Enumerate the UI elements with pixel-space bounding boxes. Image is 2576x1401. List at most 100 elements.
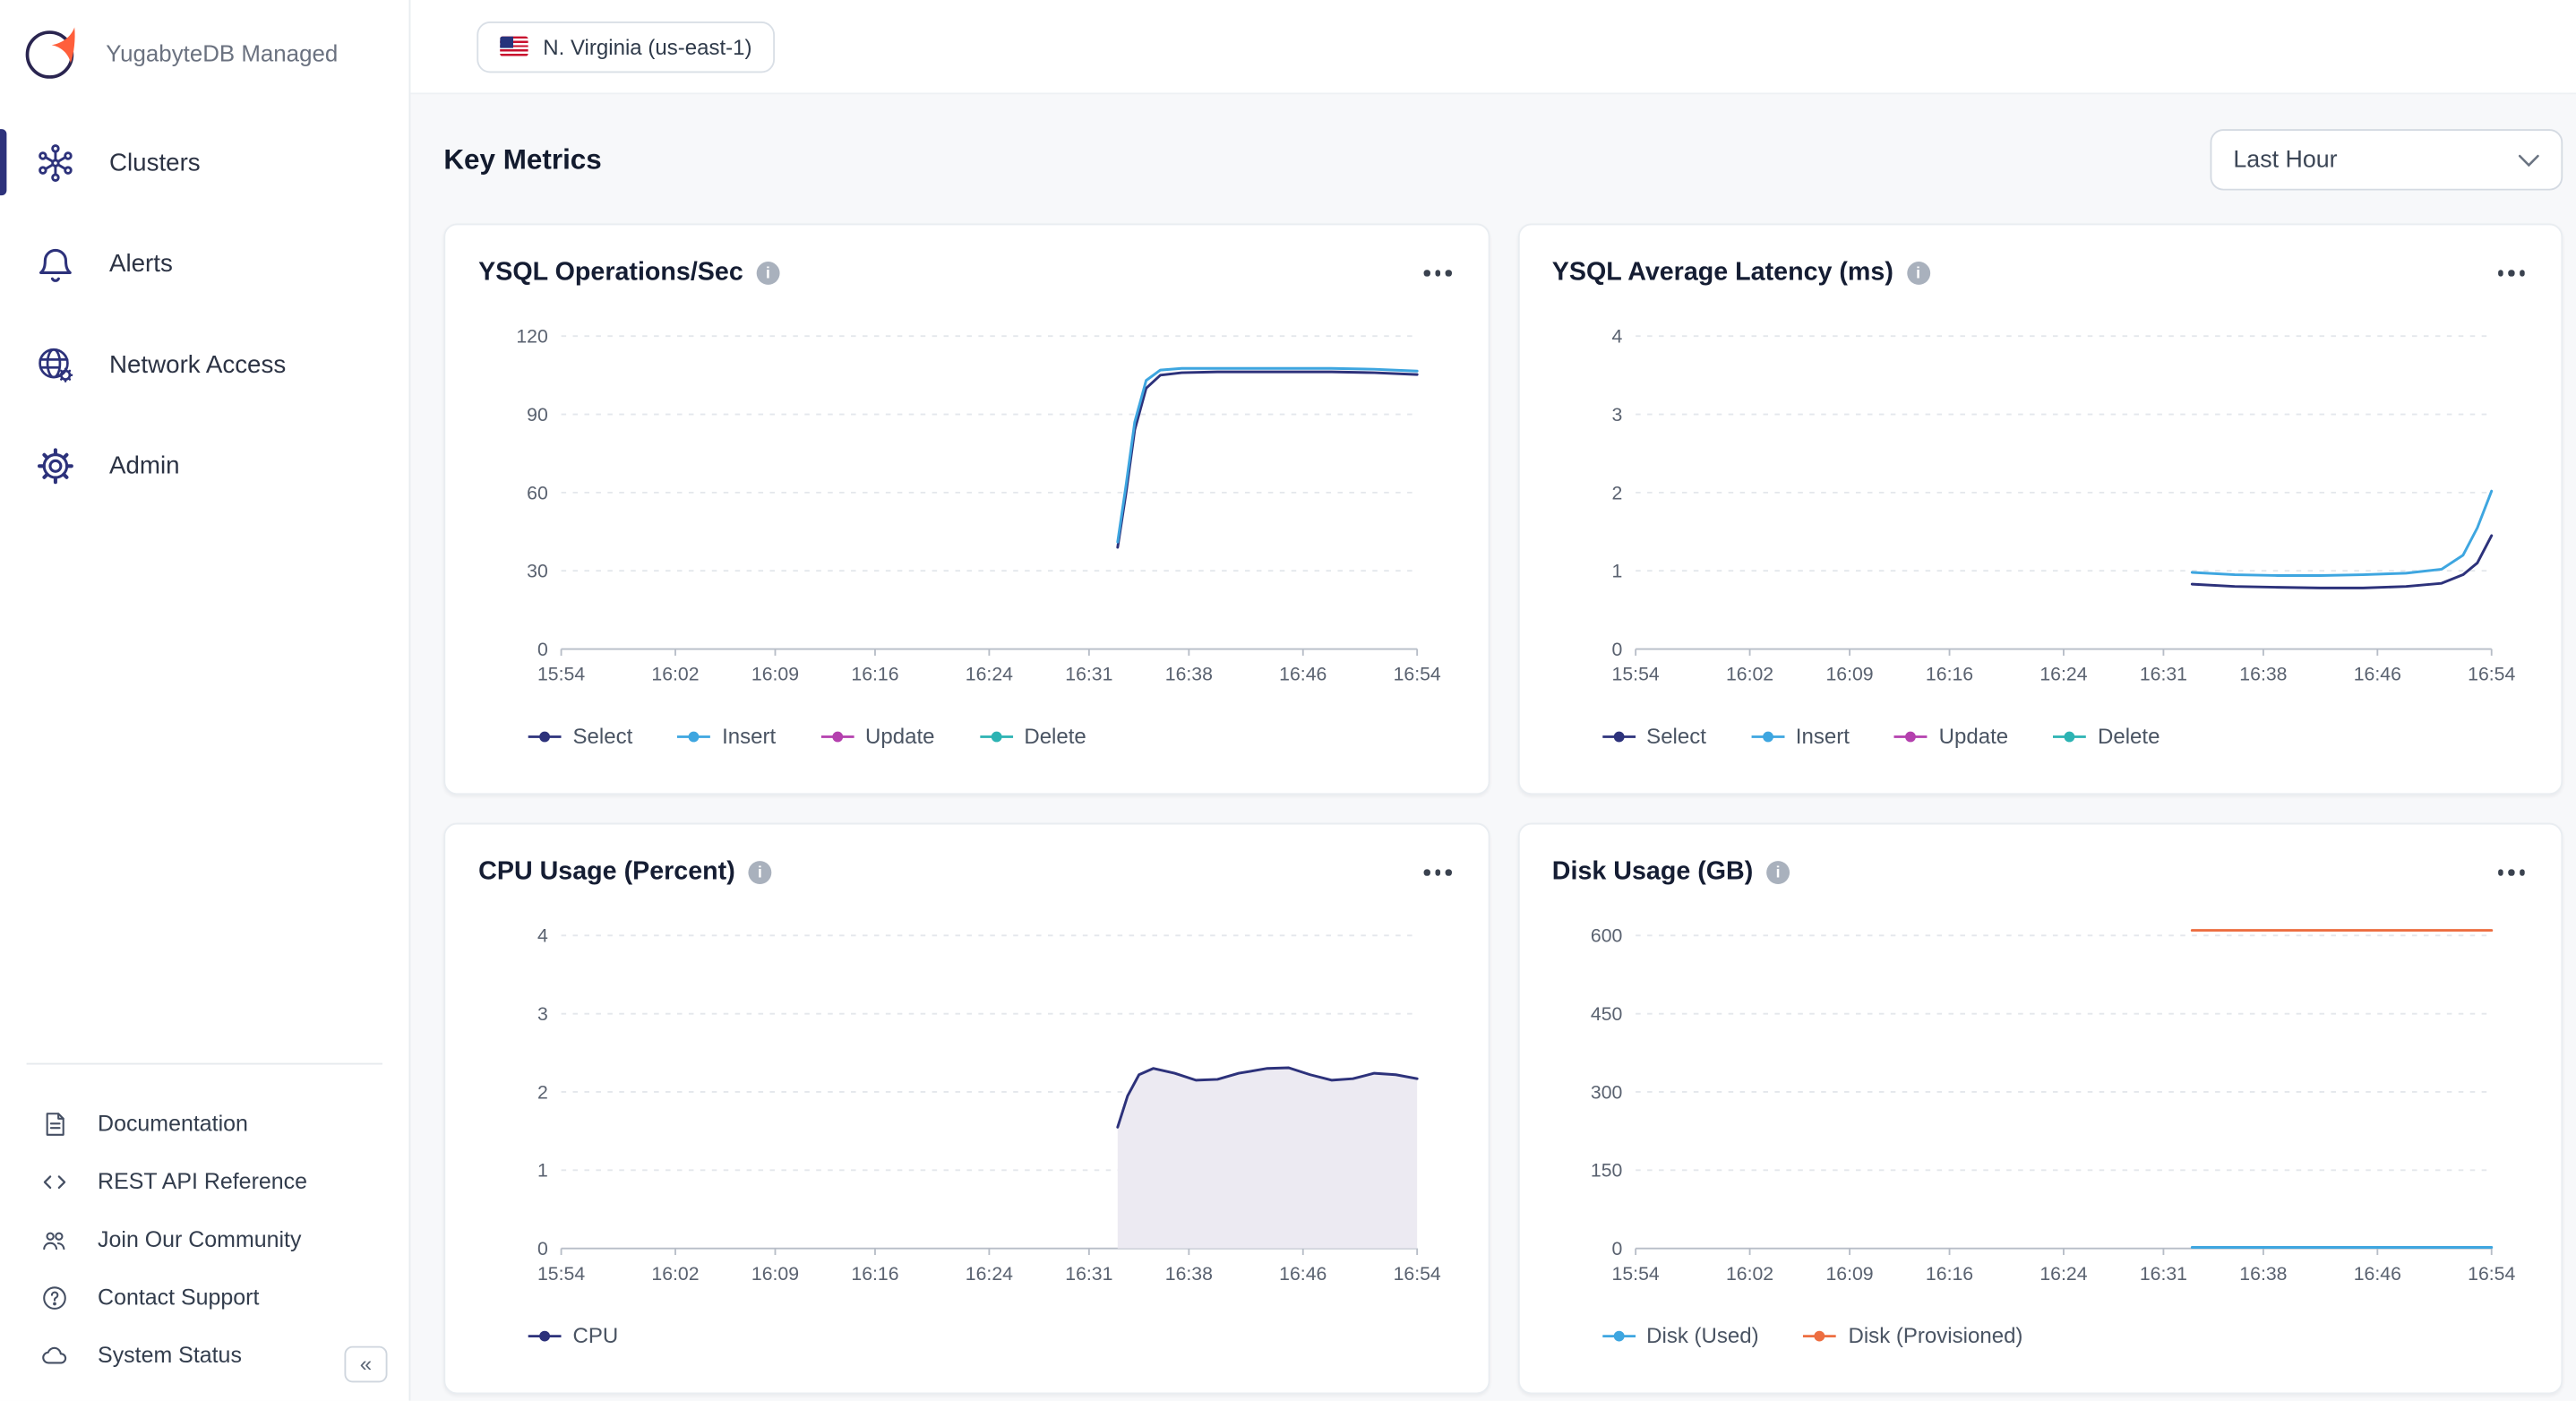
time-range-select[interactable]: Last Hour: [2211, 129, 2563, 190]
legend-marker-icon: [677, 729, 710, 743]
legend-item-delete[interactable]: Delete: [2053, 724, 2160, 749]
legend-label: Select: [1646, 724, 1706, 749]
api-icon: [39, 1166, 69, 1196]
legend-label: Select: [573, 724, 633, 749]
card-menu-button[interactable]: [2494, 856, 2529, 889]
topbar: N. Virginia (us-east-1): [410, 0, 2576, 94]
svg-text:0: 0: [537, 639, 548, 660]
legend-marker-icon: [1601, 729, 1635, 743]
legend-label: Delete: [2098, 724, 2160, 749]
chart-title: YSQL Average Latency (ms): [1552, 258, 1893, 288]
chevron-down-icon: [2518, 153, 2539, 167]
legend-marker-icon: [1751, 729, 1784, 743]
legend-item-disk-used[interactable]: Disk (Used): [1601, 1323, 1758, 1348]
legend-marker-icon: [979, 729, 1012, 743]
region-selector[interactable]: N. Virginia (us-east-1): [477, 21, 775, 72]
svg-text:15:54: 15:54: [1611, 664, 1659, 685]
svg-text:0: 0: [537, 1238, 548, 1259]
svg-text:0: 0: [1611, 1238, 1622, 1259]
legend-item-disk-provisioned[interactable]: Disk (Provisioned): [1804, 1323, 2023, 1348]
sidebar-collapse-button[interactable]: «: [344, 1346, 387, 1383]
legend-label: Update: [1939, 724, 2008, 749]
legend-marker-icon: [1894, 729, 1928, 743]
svg-text:15:54: 15:54: [1611, 1263, 1659, 1285]
yugabytedb-logo-icon: [20, 20, 86, 86]
sidebar-footer-item-contact-support[interactable]: Contact Support: [0, 1268, 409, 1327]
sidebar-item-network-access[interactable]: Network Access: [0, 318, 409, 411]
svg-text:3: 3: [1611, 404, 1622, 425]
svg-text:120: 120: [516, 326, 547, 348]
svg-text:300: 300: [1590, 1081, 1621, 1103]
legend-marker-icon: [1804, 1328, 1837, 1342]
card-menu-button[interactable]: [2494, 257, 2529, 289]
svg-text:16:09: 16:09: [1825, 664, 1873, 685]
legend-item-update[interactable]: Update: [1894, 724, 2008, 749]
sidebar-item-label: Admin: [109, 451, 180, 479]
svg-text:16:31: 16:31: [2139, 1263, 2186, 1285]
svg-text:16:31: 16:31: [2139, 664, 2186, 685]
chart-area: 0123415:5416:0216:0916:1616:2416:3116:38…: [1552, 306, 2529, 704]
legend-item-cpu[interactable]: CPU: [528, 1323, 619, 1348]
legend-label: Insert: [722, 724, 776, 749]
clusters-icon: [35, 142, 76, 183]
card-menu-button[interactable]: [1421, 257, 1455, 289]
info-icon[interactable]: [1766, 861, 1790, 884]
sidebar-divider: [27, 1063, 382, 1065]
info-icon[interactable]: [749, 861, 772, 884]
svg-text:16:02: 16:02: [1725, 1263, 1773, 1285]
svg-text:16:46: 16:46: [2353, 1263, 2400, 1285]
legend-marker-icon: [528, 729, 562, 743]
legend-item-update[interactable]: Update: [820, 724, 934, 749]
svg-text:16:38: 16:38: [2238, 664, 2286, 685]
brand-label: YugabyteDB Managed: [106, 39, 338, 66]
card-header: YSQL Operations/Sec: [478, 250, 1455, 297]
sidebar: YugabyteDB Managed Clusters Alerts Netwo…: [0, 0, 410, 1401]
info-icon[interactable]: [1907, 262, 1930, 285]
metrics-header-row: Key Metrics Last Hour: [443, 129, 2563, 190]
svg-text:60: 60: [527, 482, 548, 503]
support-icon: [39, 1283, 69, 1312]
sidebar-item-clusters[interactable]: Clusters: [0, 116, 409, 209]
sidebar-footer-label: Contact Support: [98, 1285, 259, 1310]
card-header: CPU Usage (Percent): [478, 849, 1455, 896]
community-icon: [39, 1225, 69, 1254]
sidebar-item-admin[interactable]: Admin: [0, 419, 409, 512]
card-header: YSQL Average Latency (ms): [1552, 250, 2529, 297]
legend-item-insert[interactable]: Insert: [677, 724, 776, 749]
svg-text:4: 4: [537, 925, 548, 947]
legend-item-select[interactable]: Select: [1601, 724, 1706, 749]
sidebar-footer-item-rest-api-reference[interactable]: REST API Reference: [0, 1152, 409, 1210]
svg-text:30: 30: [527, 561, 548, 582]
documentation-icon: [39, 1108, 69, 1138]
svg-text:1: 1: [537, 1160, 548, 1182]
sidebar-footer-label: Join Our Community: [98, 1227, 301, 1252]
legend-item-delete[interactable]: Delete: [979, 724, 1086, 749]
metric-card-ysql-ops: YSQL Operations/Sec 030609012015:5416:02…: [443, 224, 1489, 795]
admin-gear-icon: [35, 444, 76, 486]
svg-text:150: 150: [1590, 1160, 1621, 1182]
chart-title: CPU Usage (Percent): [478, 857, 735, 887]
svg-text:16:24: 16:24: [966, 664, 1013, 685]
sidebar-footer-label: Documentation: [98, 1111, 248, 1136]
sidebar-footer-label: System Status: [98, 1343, 242, 1368]
svg-text:3: 3: [537, 1003, 548, 1025]
sidebar-footer-item-documentation[interactable]: Documentation: [0, 1095, 409, 1153]
bell-icon: [35, 243, 76, 284]
svg-text:16:02: 16:02: [651, 664, 699, 685]
legend-label: CPU: [573, 1323, 619, 1348]
legend-item-select[interactable]: Select: [528, 724, 633, 749]
chart-title: YSQL Operations/Sec: [478, 258, 743, 288]
brand: YugabyteDB Managed: [0, 0, 409, 103]
us-flag-icon: [500, 37, 528, 56]
card-menu-button[interactable]: [1421, 856, 1455, 889]
sidebar-footer-item-join-our-community[interactable]: Join Our Community: [0, 1210, 409, 1268]
legend-item-insert[interactable]: Insert: [1751, 724, 1850, 749]
info-icon[interactable]: [757, 262, 780, 285]
chart-ysql-latency: 0123415:5416:0216:0916:1616:2416:3116:38…: [1552, 306, 2534, 704]
sidebar-spacer: [0, 520, 409, 1062]
chart-area: 0123415:5416:0216:0916:1616:2416:3116:38…: [478, 906, 1455, 1303]
svg-text:16:09: 16:09: [751, 664, 799, 685]
svg-text:1: 1: [1611, 561, 1622, 582]
svg-text:16:38: 16:38: [1165, 1263, 1213, 1285]
sidebar-item-alerts[interactable]: Alerts: [0, 217, 409, 310]
